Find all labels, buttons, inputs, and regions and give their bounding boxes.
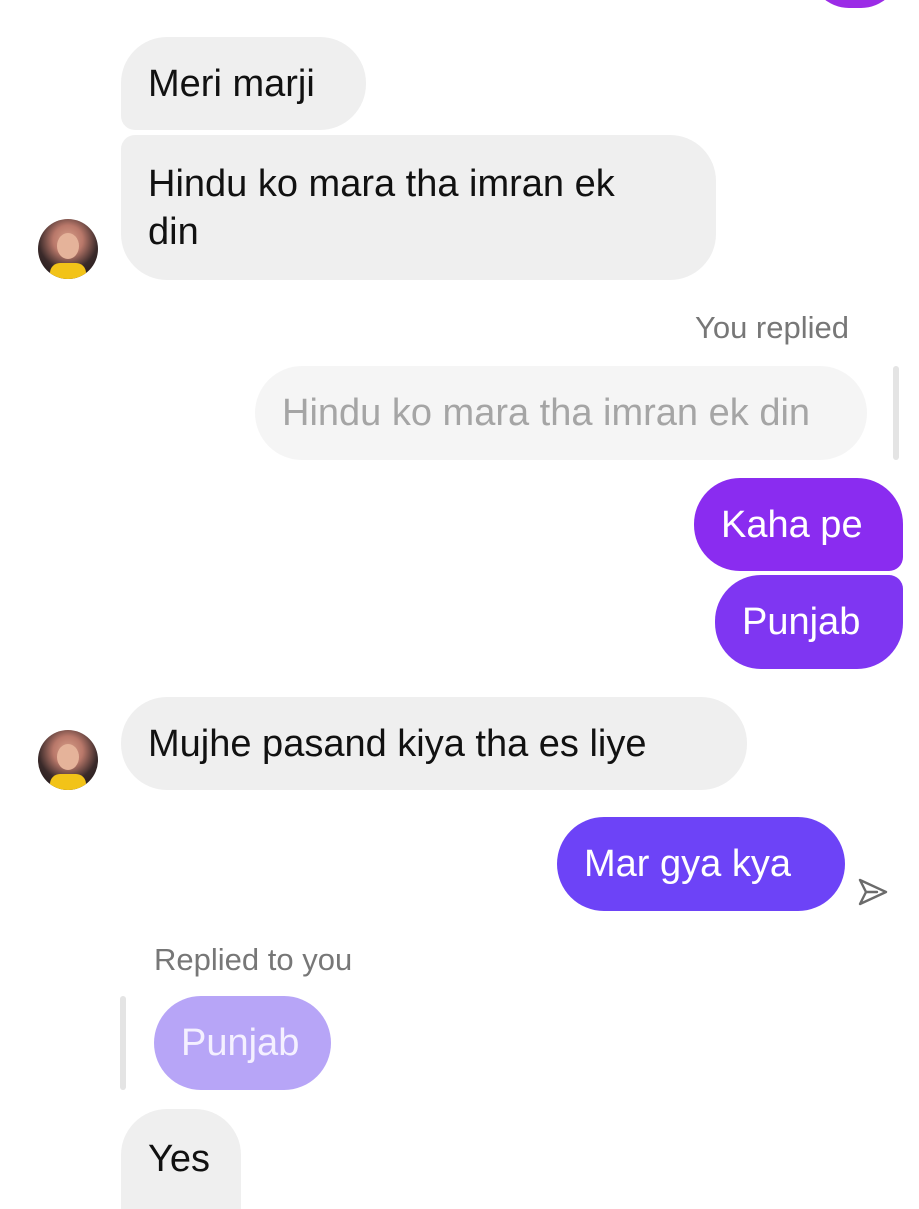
- message-text-line: din: [148, 210, 199, 253]
- quoted-text: Hindu ko mara tha imran ek din: [282, 392, 811, 434]
- message-text: Mujhe pasand kiya tha es liye: [148, 722, 647, 765]
- message-text-line: Hindu ko mara tha imran ek: [148, 162, 615, 205]
- incoming-message-bubble[interactable]: Hindu ko mara tha imran ek din: [121, 135, 716, 280]
- quoted-text: Punjab: [181, 1022, 300, 1064]
- reply-indicator-bar: [120, 996, 126, 1090]
- avatar-shirt: [50, 774, 86, 790]
- message-text: Punjab: [742, 601, 861, 643]
- outgoing-message-bubble[interactable]: Punjab: [715, 575, 903, 669]
- message-text: Mar gya kya: [584, 843, 791, 885]
- incoming-message-bubble[interactable]: Yes: [121, 1109, 241, 1209]
- incoming-message-bubble[interactable]: Mujhe pasand kiya tha es liye: [121, 697, 747, 790]
- reply-indicator-bar: [893, 366, 899, 460]
- message-text: Yes: [148, 1138, 210, 1180]
- outgoing-message-bubble[interactable]: Mar gya kya: [557, 817, 845, 911]
- avatar-face: [57, 233, 79, 259]
- replied-label: Replied to you: [154, 942, 353, 977]
- avatar[interactable]: [38, 730, 98, 790]
- avatar-face: [57, 744, 79, 770]
- incoming-message-bubble[interactable]: Meri marji: [121, 37, 366, 130]
- avatar[interactable]: [38, 219, 98, 279]
- message-text: Kaha pe: [721, 503, 863, 546]
- outgoing-message-bubble[interactable]: Kaha pe: [694, 478, 903, 571]
- message-text: Meri marji: [148, 62, 315, 105]
- previous-message-bubble[interactable]: [810, 0, 900, 8]
- avatar-shirt: [50, 263, 86, 279]
- sent-status-icon: [858, 878, 888, 906]
- quoted-message-bubble[interactable]: Punjab: [154, 996, 331, 1090]
- quoted-message-bubble[interactable]: Hindu ko mara tha imran ek din: [255, 366, 867, 460]
- reply-label: You replied: [695, 310, 849, 345]
